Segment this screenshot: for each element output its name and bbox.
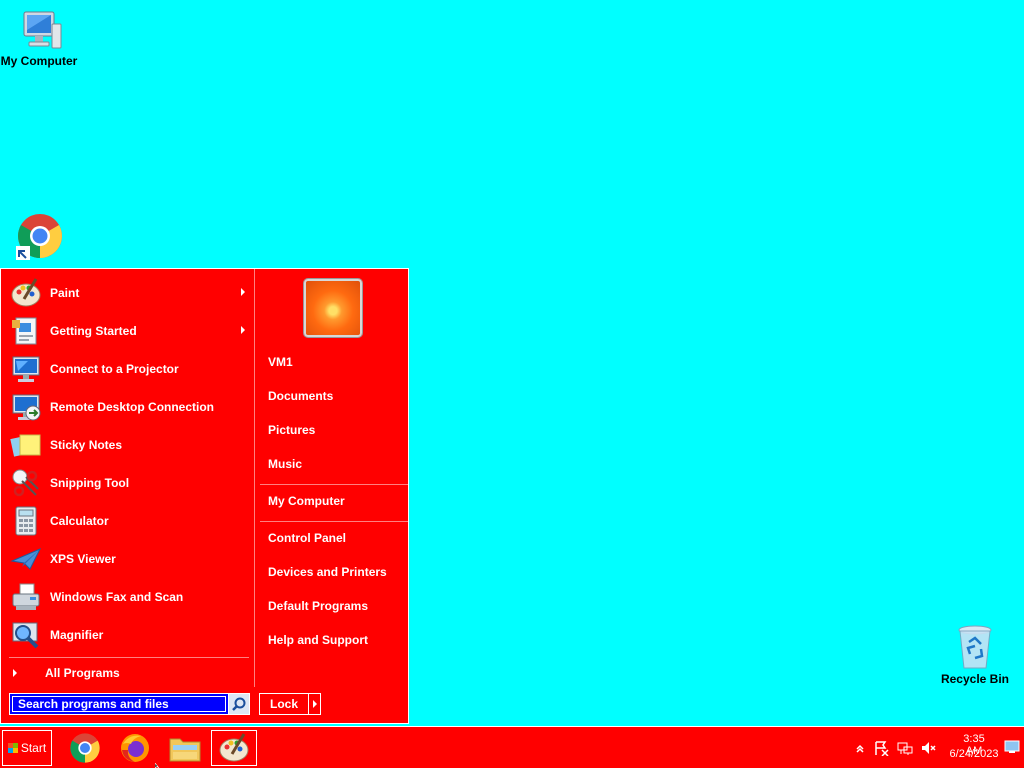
getting-started-icon <box>9 314 43 348</box>
program-item-connect-projector[interactable]: Connect to a Projector <box>9 351 249 387</box>
taskbar-app-firefox[interactable] <box>112 730 158 766</box>
desktop-icon-label: Recycle Bin <box>940 672 1010 686</box>
menu-item-documents[interactable]: Documents <box>268 389 333 403</box>
calculator-icon <box>9 504 43 538</box>
all-programs-arrow-icon <box>13 669 17 677</box>
sticky-notes-icon <box>9 428 43 462</box>
divider <box>260 521 408 522</box>
menu-item-pictures[interactable]: Pictures <box>268 423 315 437</box>
divider <box>9 657 249 658</box>
user-avatar[interactable] <box>304 279 362 337</box>
projector-icon <box>9 352 43 386</box>
program-item-paint[interactable]: Paint <box>9 275 249 311</box>
program-item-sticky-notes[interactable]: Sticky Notes <box>9 427 249 463</box>
magnifier-icon <box>9 618 43 652</box>
network-icon[interactable] <box>897 740 913 756</box>
fax-scan-icon <box>9 580 43 614</box>
all-programs-label: All Programs <box>45 666 120 680</box>
xps-viewer-icon <box>9 542 43 576</box>
program-label: Getting Started <box>50 324 137 338</box>
menu-item-devices-printers[interactable]: Devices and Printers <box>268 565 387 579</box>
program-item-fax-scan[interactable]: Windows Fax and Scan <box>9 579 249 615</box>
program-label: Remote Desktop Connection <box>50 400 215 414</box>
program-label: XPS Viewer <box>50 552 116 566</box>
menu-item-user-folder[interactable]: VM1 <box>268 355 293 369</box>
desktop-icon-my-computer[interactable]: My Computer <box>0 10 79 68</box>
show-hidden-icon[interactable] <box>852 740 868 756</box>
program-label: Windows Fax and Scan <box>50 590 184 604</box>
menu-item-my-computer[interactable]: My Computer <box>268 494 345 508</box>
show-desktop-icon <box>1004 740 1020 753</box>
taskbar-app-explorer[interactable] <box>162 730 208 766</box>
action-center-icon[interactable] <box>873 740 889 756</box>
chrome-icon <box>16 214 62 260</box>
shutdown-options-button[interactable] <box>308 693 321 715</box>
menu-item-control-panel[interactable]: Control Panel <box>268 531 346 545</box>
computer-icon <box>23 11 62 49</box>
search-input[interactable]: Search programs and files <box>9 693 229 715</box>
paint-icon <box>9 276 43 310</box>
all-programs-button[interactable]: All Programs <box>9 661 249 685</box>
clock-date[interactable]: 6/24/2023 <box>944 748 1004 760</box>
program-item-getting-started[interactable]: Getting Started <box>9 313 249 349</box>
mouse-cursor-icon <box>155 763 160 768</box>
chrome-icon <box>70 733 100 763</box>
start-menu-right-column: VM1 Documents Pictures Music My Computer… <box>256 269 410 687</box>
menu-item-default-programs[interactable]: Default Programs <box>268 599 368 613</box>
taskbar-app-chrome[interactable] <box>62 730 108 766</box>
folder-icon <box>169 738 201 762</box>
chevron-right-icon <box>312 700 317 708</box>
menu-item-music[interactable]: Music <box>268 457 302 471</box>
lock-button[interactable]: Lock <box>259 693 309 715</box>
snipping-tool-icon <box>9 466 43 500</box>
taskbar: Start 3:35 AM 6/24/2023 <box>0 726 1024 768</box>
program-item-magnifier[interactable]: Magnifier <box>9 617 249 653</box>
start-label: Start <box>20 741 47 755</box>
volume-muted-icon[interactable] <box>920 740 936 756</box>
program-item-calculator[interactable]: Calculator <box>9 503 249 539</box>
program-item-snipping-tool[interactable]: Snipping Tool <box>9 465 249 501</box>
remote-desktop-icon <box>9 390 43 424</box>
submenu-arrow-icon <box>241 326 245 334</box>
search-button[interactable] <box>228 693 250 715</box>
start-menu-programs-list: Paint Getting Started Connect to a Proje… <box>1 269 255 687</box>
program-item-xps-viewer[interactable]: XPS Viewer <box>9 541 249 577</box>
program-label: Calculator <box>50 514 109 528</box>
menu-item-help-support[interactable]: Help and Support <box>268 633 368 647</box>
program-label: Sticky Notes <box>50 438 123 452</box>
start-button[interactable]: Start <box>2 730 52 766</box>
taskbar-app-paint[interactable] <box>211 730 257 766</box>
program-label: Snipping Tool <box>50 476 130 490</box>
search-icon <box>232 697 246 711</box>
desktop-icon-chrome[interactable] <box>0 212 80 260</box>
program-label: Magnifier <box>50 628 104 642</box>
recycle-bin-icon <box>958 625 992 669</box>
start-menu: Paint Getting Started Connect to a Proje… <box>0 268 409 724</box>
windows-logo-icon <box>7 743 18 753</box>
submenu-arrow-icon <box>241 288 245 296</box>
program-label: Paint <box>50 286 80 300</box>
desktop-icon-label: My Computer <box>0 54 78 68</box>
show-desktop-button[interactable] <box>1004 739 1020 755</box>
divider <box>260 484 408 485</box>
paint-icon <box>219 733 249 762</box>
program-label: Connect to a Projector <box>50 362 179 376</box>
firefox-icon <box>121 734 149 762</box>
program-item-remote-desktop[interactable]: Remote Desktop Connection <box>9 389 249 425</box>
search-input-text: Search programs and files <box>12 696 226 712</box>
desktop-icon-recycle-bin[interactable]: Recycle Bin <box>935 624 1015 686</box>
